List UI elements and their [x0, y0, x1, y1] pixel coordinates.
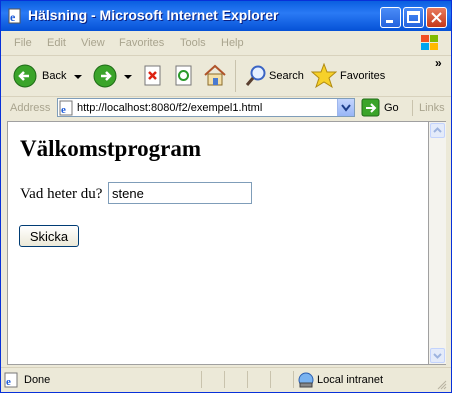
intranet-globe-icon [298, 372, 314, 388]
ie-page-icon: e [8, 8, 21, 24]
menu-favorites[interactable]: Favorites [119, 37, 164, 49]
search-icon [245, 65, 266, 86]
menu-view[interactable]: View [81, 37, 105, 49]
menu-edit[interactable]: Edit [47, 37, 66, 49]
page-heading: Välkomstprogram [20, 136, 202, 161]
chevron-down-icon [124, 75, 132, 79]
resize-grip-icon[interactable] [435, 378, 447, 390]
chevron-down-icon [341, 104, 351, 112]
zone-label: Local intranet [317, 374, 384, 386]
minimize-icon [386, 20, 393, 23]
svg-text:e: e [6, 376, 11, 388]
back-arrow-icon [13, 64, 37, 88]
toolbar-overflow-icon[interactable]: » [435, 56, 442, 70]
status-bar: e Done Local intranet [1, 367, 451, 392]
menu-bar: File Edit View Favorites Tools Help [1, 31, 451, 56]
favorites-label: Favorites [340, 70, 386, 82]
menu-help[interactable]: Help [221, 37, 244, 49]
page-icon: e [59, 100, 73, 116]
go-label: Go [384, 102, 399, 114]
chevron-down-icon [74, 75, 82, 79]
svg-text:e: e [61, 104, 66, 116]
go-arrow-icon [361, 98, 380, 117]
chevron-down-icon [433, 353, 442, 359]
favorites-star-icon [311, 63, 337, 89]
submit-button[interactable]: Skicka [19, 225, 79, 247]
menu-tools[interactable]: Tools [180, 37, 206, 49]
maximize-icon [407, 11, 420, 23]
address-url[interactable]: http://localhost:8080/f2/exempel1.html [77, 102, 262, 114]
favorites-button[interactable]: Favorites [311, 60, 391, 90]
address-label: Address [10, 102, 51, 114]
address-field[interactable]: e http://localhost:8080/f2/exempel1.html [57, 98, 355, 117]
go-button[interactable]: Go [360, 98, 404, 118]
refresh-icon[interactable] [174, 65, 194, 87]
browser-window: e Hälsning - Microsoft Internet Explorer… [0, 0, 452, 393]
maximize-button[interactable] [403, 7, 424, 28]
vertical-scrollbar[interactable] [429, 121, 446, 365]
page-content: Välkomstprogram Vad heter du? Skicka [7, 121, 429, 365]
chevron-up-icon [433, 127, 442, 133]
scroll-down-button[interactable] [430, 348, 445, 363]
page-icon: e [4, 372, 18, 388]
search-button[interactable]: Search [242, 60, 306, 90]
name-input[interactable] [108, 182, 252, 204]
scroll-up-button[interactable] [430, 123, 445, 138]
back-label: Back [42, 70, 67, 82]
back-button[interactable]: Back [11, 60, 82, 90]
name-question-label: Vad heter du? [20, 186, 103, 202]
close-icon [431, 12, 442, 23]
home-icon[interactable] [203, 63, 227, 87]
title-bar[interactable]: e Hälsning - Microsoft Internet Explorer [1, 1, 451, 31]
window-title: Hälsning - Microsoft Internet Explorer [28, 7, 279, 23]
address-dropdown-button[interactable] [337, 99, 354, 116]
svg-text:e: e [10, 10, 16, 24]
forward-arrow-icon [93, 64, 117, 88]
forward-button[interactable] [91, 60, 135, 90]
menu-file[interactable]: File [14, 37, 32, 49]
status-text: Done [24, 374, 51, 386]
links-button[interactable]: Links [419, 102, 445, 114]
toolbar: Back Search Favorites » [1, 56, 451, 97]
windows-logo-icon [421, 35, 438, 50]
minimize-button[interactable] [380, 7, 401, 28]
close-button[interactable] [426, 7, 447, 28]
address-bar: Address e http://localhost:8080/f2/exemp… [1, 97, 451, 119]
search-label: Search [269, 70, 304, 82]
stop-icon[interactable] [143, 65, 163, 87]
